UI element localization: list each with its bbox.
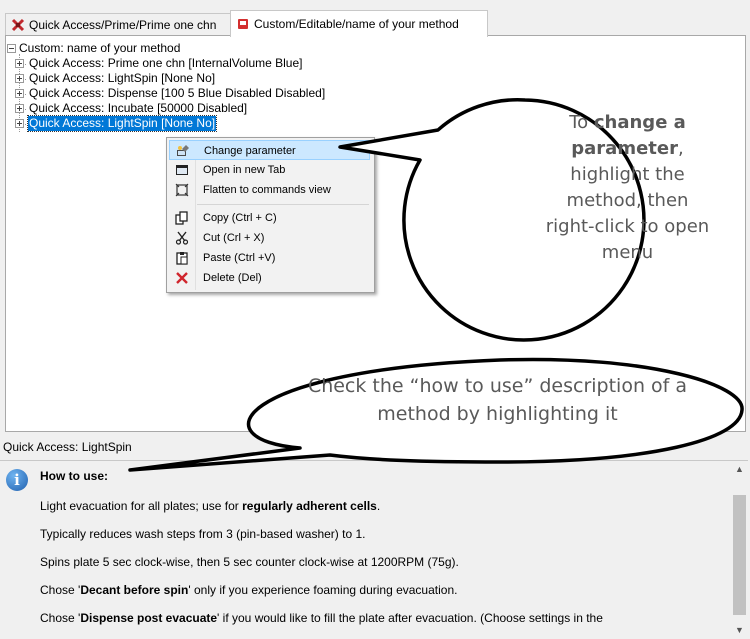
flatten-icon xyxy=(175,183,189,197)
delete-x-icon xyxy=(176,272,188,284)
expand-toggle-icon[interactable] xyxy=(15,74,24,83)
tree-node-label: Quick Access: Dispense [100 5 Blue Disab… xyxy=(29,86,326,100)
tree-node-label: Quick Access: LightSpin [None No] xyxy=(29,71,216,85)
change-parameter-icon xyxy=(177,145,189,156)
context-menu: Change parameter Open in new Tab Flatten… xyxy=(166,137,375,293)
red-book-icon xyxy=(238,19,248,29)
description-title: How to use: xyxy=(40,469,108,483)
expand-toggle-icon[interactable] xyxy=(15,119,24,128)
menu-item-delete[interactable]: Delete (Del) xyxy=(169,268,370,288)
tab-label: Custom/Editable/name of your method xyxy=(254,17,459,31)
menu-item-label: Open in new Tab xyxy=(203,164,286,176)
tree-node-label: Quick Access: Incubate [50000 Disabled] xyxy=(29,101,248,115)
menu-item-label: Cut (Crl + X) xyxy=(203,232,265,244)
description-line: Chose 'Decant before spin' only if you e… xyxy=(40,583,457,597)
menu-separator xyxy=(197,204,369,205)
menu-item-label: Flatten to commands view xyxy=(203,184,331,196)
scroll-down-icon[interactable]: ▼ xyxy=(731,622,748,639)
description-panel[interactable]: i How to use: Light evacuation for all p… xyxy=(0,460,748,639)
callout-right-text: To change a parameter, highlight the met… xyxy=(545,110,710,266)
description-text: ' if you would like to fill the plate af… xyxy=(217,611,603,625)
scissors-icon xyxy=(175,231,189,245)
description-line: Light evacuation for all plates; use for… xyxy=(40,499,380,513)
menu-item-label: Change parameter xyxy=(204,145,296,157)
scroll-up-icon[interactable]: ▲ xyxy=(731,461,748,478)
description-text: ' only if you experience foaming during … xyxy=(188,583,458,597)
tab-custom-method[interactable]: Custom/Editable/name of your method xyxy=(230,10,488,37)
menu-item-cut[interactable]: Cut (Crl + X) xyxy=(169,228,370,248)
tree-node-label: Quick Access: Prime one chn [InternalVol… xyxy=(29,56,303,70)
description-bold-text: Dispense post evacuate xyxy=(80,611,218,625)
menu-item-open-new-tab[interactable]: Open in new Tab xyxy=(169,160,370,180)
info-icon: i xyxy=(6,469,28,491)
collapse-toggle-icon[interactable] xyxy=(7,44,16,53)
description-line: Typically reduces wash steps from 3 (pin… xyxy=(40,527,366,541)
description-bold-text: regularly adherent cells xyxy=(242,499,377,513)
expand-toggle-icon[interactable] xyxy=(15,104,24,113)
description-line: Spins plate 5 sec clock-wise, then 5 sec… xyxy=(40,555,459,569)
paste-icon xyxy=(176,252,188,265)
menu-item-label: Delete (Del) xyxy=(203,272,262,284)
tree-node-label: Quick Access: LightSpin [None No] xyxy=(26,115,218,132)
menu-item-label: Copy (Ctrl + C) xyxy=(203,212,277,224)
callout-bottom-text: Check the “how to use” description of a … xyxy=(307,375,688,425)
callout-text: To xyxy=(569,112,594,133)
new-tab-icon xyxy=(176,165,188,175)
description-bold-text: Decant before spin xyxy=(80,583,189,597)
description-scrollbar[interactable]: ▲ ▼ xyxy=(731,461,748,639)
selected-method-label: Quick Access: LightSpin xyxy=(3,440,132,454)
menu-item-flatten[interactable]: Flatten to commands view xyxy=(169,180,370,200)
tree-root-label: Custom: name of your method xyxy=(19,41,181,55)
copy-icon xyxy=(175,211,188,225)
tab-strip: Quick Access/Prime/Prime one chn Custom/… xyxy=(0,0,750,37)
red-x-icon xyxy=(11,18,25,31)
description-text: Chose ' xyxy=(40,611,81,625)
expand-toggle-icon[interactable] xyxy=(15,59,24,68)
menu-item-paste[interactable]: Paste (Ctrl +V) xyxy=(169,248,370,268)
menu-item-label: Paste (Ctrl +V) xyxy=(203,252,276,264)
description-text: . xyxy=(376,499,381,513)
tab-prime-one-chn[interactable]: Quick Access/Prime/Prime one chn xyxy=(5,13,232,35)
description-line: Chose 'Dispense post evacuate' if you wo… xyxy=(40,611,603,625)
description-text: Light evacuation for all plates; use for xyxy=(40,499,243,513)
menu-item-change-parameter[interactable]: Change parameter xyxy=(169,140,370,160)
description-text: Chose ' xyxy=(40,583,81,597)
scroll-thumb[interactable] xyxy=(733,495,746,615)
expand-toggle-icon[interactable] xyxy=(15,89,24,98)
tab-label: Quick Access/Prime/Prime one chn xyxy=(29,17,217,32)
menu-item-copy[interactable]: Copy (Ctrl + C) xyxy=(169,208,370,228)
